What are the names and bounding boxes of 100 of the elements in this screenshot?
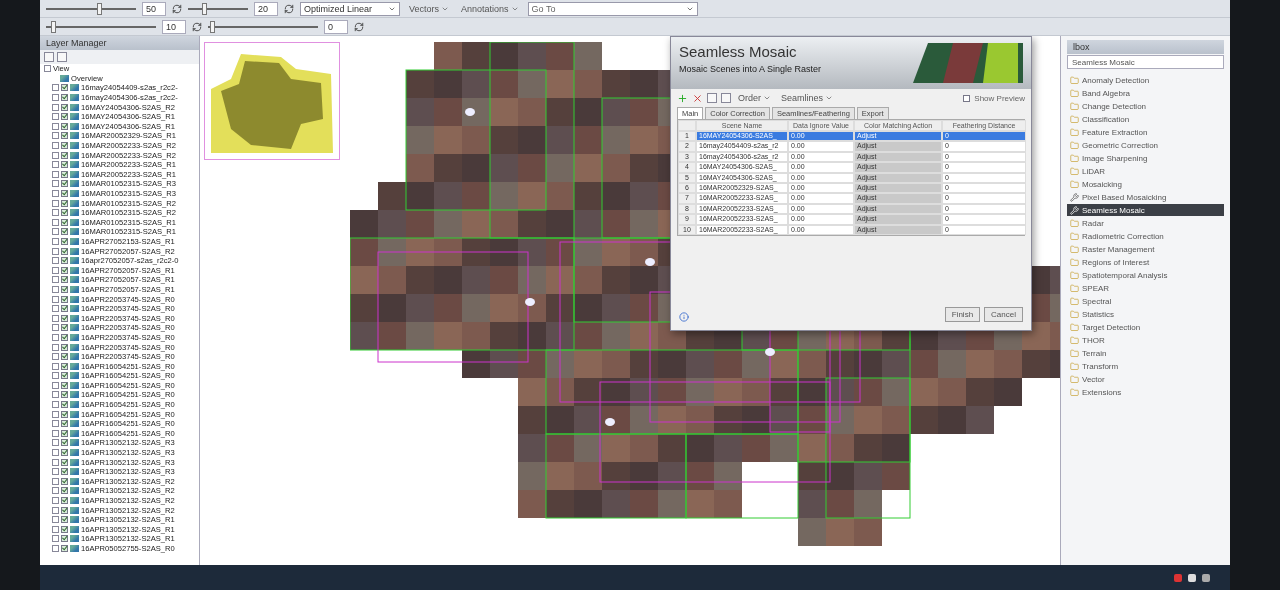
toolbox-item[interactable]: Terrain <box>1067 347 1224 359</box>
transparency-slider[interactable] <box>208 20 318 33</box>
layer-checkbox[interactable] <box>61 209 68 217</box>
refresh-icon[interactable] <box>172 3 182 14</box>
layer-checkbox[interactable] <box>61 487 68 495</box>
preview-checkbox[interactable] <box>963 94 971 102</box>
collapse-icon[interactable] <box>44 52 54 62</box>
layer-checkbox[interactable] <box>61 362 68 370</box>
toolbox-item[interactable]: Transform <box>1067 360 1224 372</box>
toolbox-item[interactable]: Change Detection <box>1067 100 1224 112</box>
dialog-button[interactable]: Cancel <box>984 307 1023 322</box>
layer-checkbox[interactable] <box>61 103 68 111</box>
layer-checkbox[interactable] <box>61 247 68 255</box>
order-menu[interactable]: Order <box>735 93 774 103</box>
toolbox-item[interactable]: Geometric Correction <box>1067 139 1224 151</box>
toolbox-item[interactable]: Image Sharpening <box>1067 152 1224 164</box>
layer-checkbox[interactable] <box>61 199 68 207</box>
annotations-menu[interactable]: Annotations <box>458 3 522 14</box>
layer-checkbox[interactable] <box>61 266 68 274</box>
layer-checkbox[interactable] <box>61 314 68 322</box>
toolbox-item[interactable]: SPEAR <box>1067 282 1224 294</box>
layer-checkbox[interactable] <box>61 372 68 380</box>
layer-checkbox[interactable] <box>61 257 68 265</box>
toolbox-item[interactable]: Mosaicking <box>1067 178 1224 190</box>
layer-checkbox[interactable] <box>61 285 68 293</box>
toolbox-item[interactable]: Feature Extraction <box>1067 126 1224 138</box>
toolbox-item[interactable]: LiDAR <box>1067 165 1224 177</box>
layer-checkbox[interactable] <box>61 516 68 524</box>
refresh-icon[interactable] <box>192 21 202 32</box>
slider-thumb[interactable] <box>201 2 207 15</box>
toolbox-item[interactable]: Band Algebra <box>1067 87 1224 99</box>
toolbox-item[interactable]: Spectral <box>1067 295 1224 307</box>
layer-checkbox[interactable] <box>61 190 68 197</box>
slider-thumb[interactable] <box>51 20 57 33</box>
layer-checkbox[interactable] <box>61 420 68 428</box>
toolbox-item[interactable]: Classification <box>1067 113 1224 125</box>
toolbox-item[interactable]: Target Detection <box>1067 321 1224 333</box>
layer-checkbox[interactable] <box>61 391 68 399</box>
toolbox-item[interactable]: Radiometric Correction <box>1067 230 1224 242</box>
toolbox-item[interactable]: Raster Management <box>1067 243 1224 255</box>
toolbox-item[interactable]: Spatiotemporal Analysis <box>1067 269 1224 281</box>
layer-checkbox[interactable] <box>61 468 68 476</box>
value-field[interactable]: 50 <box>142 1 166 16</box>
vectors-menu[interactable]: Vectors <box>406 3 452 14</box>
layer-checkbox[interactable] <box>61 276 68 284</box>
layer-checkbox[interactable] <box>61 132 68 140</box>
slider-thumb[interactable] <box>210 20 216 33</box>
value-field[interactable]: 20 <box>254 1 278 16</box>
dialog-button[interactable]: Finish <box>944 307 981 322</box>
search-field[interactable]: Seamless Mosaic <box>1067 55 1224 69</box>
layer-checkbox[interactable] <box>61 94 68 102</box>
layer-checkbox[interactable] <box>61 180 68 188</box>
value-field[interactable]: 10 <box>162 19 186 34</box>
layer-checkbox[interactable] <box>61 410 68 418</box>
add-icon[interactable] <box>677 92 688 104</box>
layer-checkbox[interactable] <box>61 477 68 485</box>
layer-checkbox[interactable] <box>61 535 68 543</box>
layer-checkbox[interactable] <box>61 333 68 341</box>
toolbox-item[interactable]: Extensions <box>1067 386 1224 398</box>
layer-checkbox[interactable] <box>61 449 68 457</box>
layer-checkbox[interactable] <box>61 305 68 313</box>
layer-checkbox[interactable] <box>61 506 68 514</box>
stretch-dropdown[interactable]: Optimized Linear <box>300 1 400 16</box>
seamlines-menu[interactable]: Seamlines <box>778 93 837 103</box>
expand-icon[interactable] <box>57 52 67 62</box>
layer-checkbox[interactable] <box>61 525 68 533</box>
refresh-icon[interactable] <box>284 3 294 14</box>
goto-field[interactable]: Go To <box>527 1 698 16</box>
toolbox-item[interactable]: Vector <box>1067 373 1224 385</box>
layer-checkbox[interactable] <box>61 545 68 552</box>
toolbox-item[interactable]: Pixel Based Mosaicking <box>1067 191 1224 203</box>
layer-checkbox[interactable] <box>61 238 68 245</box>
layer-checkbox[interactable] <box>61 458 68 466</box>
layer-checkbox[interactable] <box>61 401 68 409</box>
layer-checkbox[interactable] <box>61 439 68 447</box>
layer-checkbox[interactable] <box>61 151 68 159</box>
expander-icon[interactable] <box>44 65 51 73</box>
refresh-icon[interactable] <box>354 21 364 32</box>
layer-checkbox[interactable] <box>61 170 68 178</box>
layer-checkbox[interactable] <box>61 142 68 150</box>
toolbox-item[interactable]: Radar <box>1067 217 1224 229</box>
layer-checkbox[interactable] <box>61 218 68 226</box>
toolbox-item[interactable]: Seamless Mosaic <box>1067 204 1224 216</box>
layer-checkbox[interactable] <box>61 84 68 92</box>
toolbox-item[interactable]: Statistics <box>1067 308 1224 320</box>
layer-checkbox[interactable] <box>61 295 68 303</box>
toolbox-item[interactable]: Anomaly Detection <box>1067 74 1224 86</box>
slider-thumb[interactable] <box>97 2 102 15</box>
layer-checkbox[interactable] <box>61 228 68 236</box>
layer-checkbox[interactable] <box>61 122 68 130</box>
remove-icon[interactable] <box>692 92 703 104</box>
layer-checkbox[interactable] <box>61 343 68 351</box>
info-icon[interactable] <box>679 312 689 322</box>
layer-checkbox[interactable] <box>61 429 68 437</box>
layer-checkbox[interactable] <box>61 353 68 361</box>
layer-checkbox[interactable] <box>61 381 68 389</box>
toolbox-item[interactable]: Regions of Interest <box>1067 256 1224 268</box>
layer-checkbox[interactable] <box>61 161 68 169</box>
toolbox-item[interactable]: THOR <box>1067 334 1224 346</box>
layer-checkbox[interactable] <box>61 113 68 121</box>
